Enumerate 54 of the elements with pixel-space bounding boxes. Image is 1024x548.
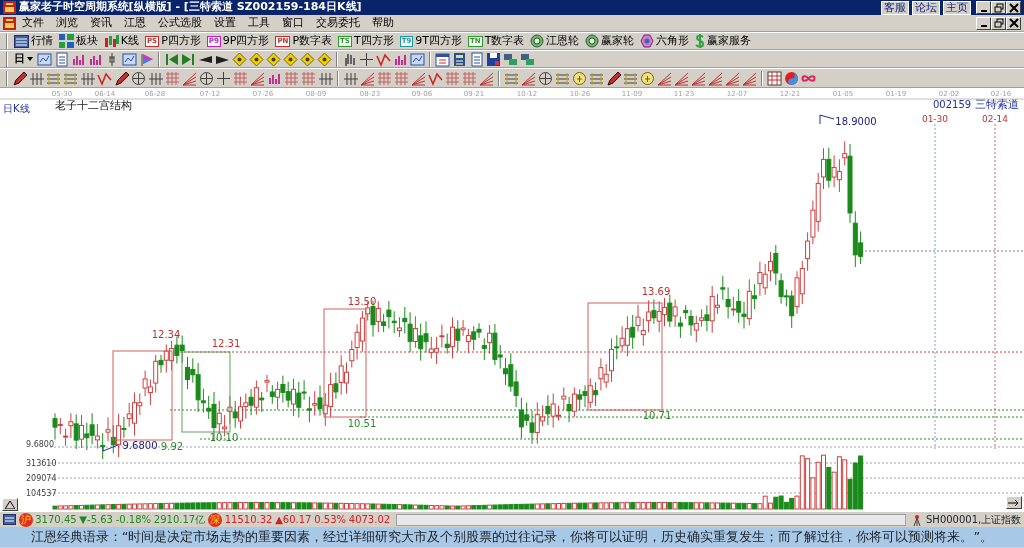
price-label: 13.50	[347, 296, 377, 307]
toolbar-button[interactable]: 六角形	[637, 32, 693, 50]
volume-axis-label: 104537	[26, 489, 57, 498]
stock-code: 002159	[933, 99, 972, 110]
toolbar-button[interactable]: 板块	[55, 32, 101, 50]
menu-item[interactable]: 设置	[207, 15, 242, 31]
price-label: 10.51	[347, 418, 377, 429]
price-label: 18.9000	[835, 116, 877, 127]
index-percent: 0.53%	[314, 513, 346, 527]
future-date-label: 01-30	[921, 114, 949, 124]
index-value: 3170.45	[35, 513, 77, 527]
title-link[interactable]: 主页	[942, 0, 971, 15]
price-label: 10.10	[209, 432, 239, 443]
volume-axis-label: 209074	[26, 474, 57, 483]
price-label: 12.31	[211, 338, 241, 349]
toolbar-button[interactable]: 行情	[10, 32, 56, 50]
market-badge: 沪	[18, 512, 33, 527]
title-link[interactable]: 论坛	[912, 0, 940, 15]
axis-price-label: 9.6800	[26, 440, 54, 449]
stock-name: 三特索道	[975, 98, 1019, 111]
price-label: 13.69	[641, 286, 671, 297]
index-value: 11510.32	[224, 513, 273, 527]
index-name: SH000001,上证指数	[926, 513, 1022, 527]
toolbar-button[interactable]: 赢家服务	[692, 32, 755, 50]
menu-item[interactable]: 公式选股	[151, 15, 208, 31]
menu-item[interactable]: 江恩	[117, 15, 152, 31]
menu-item[interactable]: 工具	[241, 15, 276, 31]
period-label: 日K线	[3, 103, 30, 114]
index-change: ▼-5.63	[79, 513, 113, 527]
menu-item[interactable]: 文件	[15, 15, 50, 31]
quote-text: 江恩经典语录：“时间是决定市场走势的重要因素，经过详细研究大市及个别股票的过往记录，你将可以证明，历史确实重复发生；而了解过往，你将可以预测将来。”。	[30, 528, 994, 547]
menu-item[interactable]: 窗口	[275, 15, 310, 31]
menu-item[interactable]: 资讯	[83, 15, 118, 31]
index-change: ▲60.17	[275, 513, 312, 527]
market-badge: 深	[207, 512, 222, 527]
menu-item[interactable]: 浏览	[49, 15, 84, 31]
price-label: 10.71	[642, 410, 672, 421]
price-label: 9.92	[160, 441, 184, 452]
window-title: 赢家老子时空周期系统[纵横版] - [三特索道 SZ002159-184日K线]	[18, 0, 363, 16]
future-date-label: 02-14	[981, 114, 1009, 124]
price-label: 12.34	[151, 329, 181, 340]
toolbar-button[interactable]: 赢家轮	[582, 32, 638, 50]
chart-title: 老子十二宫结构	[55, 99, 132, 112]
index-amount: 2910.17亿	[153, 513, 206, 527]
title-link[interactable]: 客服	[881, 0, 910, 15]
volume-axis-label: 313610	[26, 459, 57, 468]
index-percent: -0.18%	[115, 513, 152, 527]
toolbar-button[interactable]: 江恩轮	[527, 32, 583, 50]
menu-item[interactable]: 交易委托	[309, 15, 366, 31]
menu-item[interactable]: 帮助	[365, 15, 400, 31]
index-amount: 4073.02	[348, 513, 391, 527]
period-dropdown[interactable]: 日	[10, 50, 36, 68]
price-label: 9.6800	[122, 440, 158, 451]
toolbar-button[interactable]: K线	[100, 32, 142, 50]
